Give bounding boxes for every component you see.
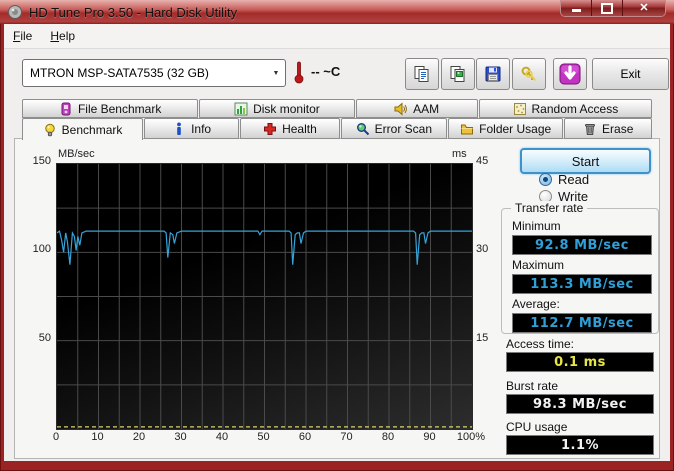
- tab-info[interactable]: Info: [144, 118, 240, 139]
- access-time-label: Access time:: [506, 337, 575, 351]
- download-update-button[interactable]: [553, 58, 587, 90]
- minimum-label: Minimum: [512, 219, 561, 233]
- close-button[interactable]: ✕: [623, 0, 665, 16]
- info-icon: [172, 122, 186, 136]
- close-icon: ✕: [639, 1, 649, 14]
- copy-icon: [413, 65, 431, 83]
- health-cross-icon: [263, 122, 277, 136]
- disk-monitor-icon: [234, 102, 248, 116]
- transfer-rate-graph: [57, 164, 472, 429]
- temperature-readout: -- ~C: [311, 64, 341, 79]
- random-access-icon: [513, 102, 527, 116]
- burst-rate-label: Burst rate: [506, 379, 559, 393]
- secondary-tab-row: File Benchmark Disk monitor AAM Random A…: [22, 99, 652, 118]
- drive-select-value: MTRON MSP-SATA7535 (32 GB): [30, 66, 209, 80]
- transfer-rate-group: Transfer rate Minimum 92.8 MB/sec Maximu…: [501, 201, 659, 334]
- primary-tab-row: Benchmark Info Health Error Scan Folder …: [22, 118, 652, 140]
- benchmark-chart: [56, 163, 473, 430]
- drive-select-dropdown[interactable]: MTRON MSP-SATA7535 (32 GB) ▼: [22, 59, 286, 87]
- speaker-icon: [394, 101, 408, 116]
- app-logo-icon: [7, 4, 23, 20]
- maximum-value: 113.3 MB/sec: [512, 274, 652, 294]
- download-arrow-icon: [559, 63, 581, 85]
- start-button[interactable]: Start: [520, 148, 651, 174]
- tab-folder-usage[interactable]: Folder Usage: [447, 118, 564, 139]
- menu-bar: File Help: [4, 24, 670, 49]
- minimize-button[interactable]: [561, 0, 592, 16]
- tab-disk-monitor[interactable]: Disk monitor: [199, 99, 355, 118]
- copy-image-button[interactable]: [441, 58, 475, 90]
- cpu-usage-value: 1.1%: [506, 435, 654, 455]
- file-benchmark-icon: [59, 102, 73, 116]
- maximize-icon: [601, 2, 613, 14]
- hd-tune-window: HD Tune Pro 3.50 - Hard Disk Utility ✕ F…: [0, 0, 674, 471]
- chevron-down-icon: ▼: [272, 69, 280, 77]
- lightbulb-icon: [43, 123, 57, 137]
- menu-file[interactable]: File: [4, 26, 41, 46]
- benchmark-panel: MB/sec ms 150 100 50 45 30 15 0 10 20 30 40 50 60 7…: [14, 138, 660, 459]
- floppy-save-icon: [484, 65, 502, 83]
- average-label: Average:: [512, 297, 560, 311]
- menu-help[interactable]: Help: [41, 26, 84, 46]
- access-time-value: 0.1 ms: [506, 352, 654, 372]
- average-value: 112.7 MB/sec: [512, 313, 652, 333]
- y-left-axis-unit: MB/sec: [58, 148, 95, 160]
- window-controls: ✕: [560, 0, 666, 17]
- tab-health[interactable]: Health: [240, 118, 340, 139]
- radio-selected-icon: [539, 173, 552, 186]
- tab-benchmark[interactable]: Benchmark: [22, 118, 144, 140]
- tab-random-access[interactable]: Random Access: [478, 99, 652, 118]
- thermometer-icon: [293, 60, 305, 84]
- minimum-value: 92.8 MB/sec: [512, 235, 652, 255]
- options-button[interactable]: [512, 58, 546, 90]
- burst-rate-value: 98.3 MB/sec: [506, 394, 654, 414]
- magnifier-icon: [356, 122, 370, 136]
- cpu-usage-label: CPU usage: [506, 420, 568, 434]
- y-right-axis-unit: ms: [452, 148, 467, 160]
- window-title: HD Tune Pro 3.50 - Hard Disk Utility: [29, 4, 238, 20]
- exit-button[interactable]: Exit: [592, 58, 669, 90]
- save-button[interactable]: [476, 58, 510, 90]
- minimize-icon: [571, 9, 581, 12]
- titlebar[interactable]: HD Tune Pro 3.50 - Hard Disk Utility ✕: [0, 0, 674, 24]
- keys-icon: [520, 65, 538, 83]
- copy-image-icon: [449, 65, 467, 83]
- maximum-label: Maximum: [512, 258, 565, 272]
- tab-aam[interactable]: AAM: [355, 99, 478, 118]
- maximize-button[interactable]: [592, 0, 623, 16]
- tab-error-scan[interactable]: Error Scan: [340, 118, 447, 139]
- transfer-rate-group-label: Transfer rate: [511, 201, 588, 215]
- trash-icon: [583, 122, 597, 136]
- copy-text-button[interactable]: [405, 58, 439, 90]
- folder-icon: [460, 122, 474, 136]
- tab-file-benchmark[interactable]: File Benchmark: [22, 99, 199, 118]
- tab-erase[interactable]: Erase: [564, 118, 652, 139]
- read-radio[interactable]: Read: [539, 172, 589, 187]
